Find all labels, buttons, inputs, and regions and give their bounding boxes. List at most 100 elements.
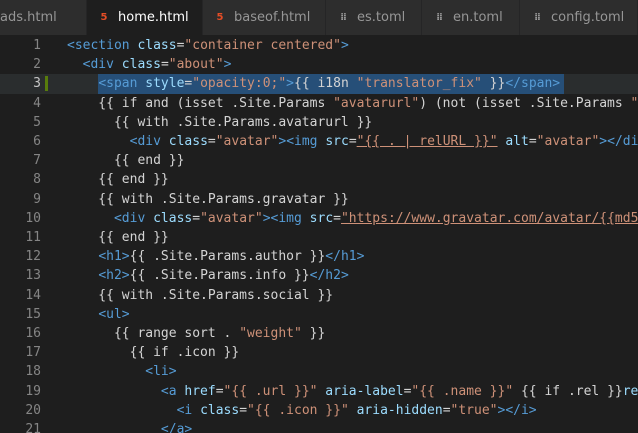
code-token: alt: [505, 134, 529, 149]
code-token: <h1>: [98, 249, 130, 265]
code-token: {{ if and (isset .Site.Params: [67, 95, 334, 111]
code-line[interactable]: 20 <i class="{{ .icon }}" aria-hidden="t…: [0, 401, 638, 420]
code-line[interactable]: 18 <li>: [0, 362, 638, 381]
code-token: "https://www.gravatar.com/avatar/{{md5 .…: [340, 210, 638, 226]
code-token: <h2>: [98, 268, 130, 284]
code-token: {{ end }}: [67, 172, 169, 188]
code-token: >: [340, 38, 349, 53]
tab-config-toml[interactable]: ⁞⁞ config.toml: [520, 0, 638, 35]
line-number: 9: [33, 191, 41, 207]
code-text: {{ if and (isset .Site.Params "avatarurl…: [67, 94, 638, 113]
line-number: 15: [25, 306, 41, 322]
code-token: "true": [450, 402, 498, 418]
code-line[interactable]: 19 <a href="{{ .url }}" aria-label="{{ .…: [0, 382, 638, 401]
code-token: aria-label: [325, 383, 404, 399]
code-token: =: [215, 383, 224, 399]
code-line[interactable]: 3 <span style="opacity:0;">{{ i18n "tran…: [0, 74, 638, 94]
code-line[interactable]: 11 {{ end }}: [0, 228, 638, 247]
code-token: =: [160, 57, 169, 73]
code-token: "about": [168, 57, 224, 73]
code-line[interactable]: 6 <div class="avatar"><img src="{{ . | r…: [0, 132, 638, 151]
line-number: 6: [33, 134, 41, 149]
code-line[interactable]: 9 {{ with .Site.Params.gravatar }}: [0, 190, 638, 209]
line-number: 20: [25, 402, 41, 418]
tab-home-html[interactable]: 5 home.html: [87, 0, 203, 35]
code-line[interactable]: 21 </a>: [0, 420, 638, 433]
code-line[interactable]: 14 {{ with .Site.Params.social }}: [0, 286, 638, 305]
code-text: {{ if .icon }}: [67, 343, 240, 362]
code-line[interactable]: 10 <div class="avatar"><img src="https:/…: [0, 209, 638, 228]
code-token: =: [528, 134, 537, 149]
code-token: }}: [301, 326, 326, 341]
line-number: 17: [25, 345, 41, 361]
code-token: <div: [82, 57, 122, 73]
code-token: <div: [129, 134, 169, 149]
code-token: src: [325, 134, 349, 149]
code-token: <section: [67, 38, 138, 53]
code-token: rel: [622, 383, 638, 399]
code-token: {{ end }}: [67, 153, 185, 169]
tab-es-toml[interactable]: ⁞⁞ es.toml: [326, 0, 422, 35]
code-text: </a>: [67, 420, 192, 433]
code-line[interactable]: 12 <h1>{{ .Site.Params.author }}</h1>: [0, 247, 638, 266]
code-token: =: [239, 402, 248, 418]
tab-en-toml[interactable]: ⁞⁞ en.toml: [422, 0, 520, 35]
code-token: class: [168, 134, 208, 149]
code-line[interactable]: 2 <div class="about">: [0, 55, 638, 74]
tab-ads-html[interactable]: ads.html: [0, 0, 87, 35]
code-token: {{ with .Site.Params.gravatar }}: [67, 191, 349, 207]
code-text: <h2>{{ .Site.Params.info }}</h2>: [67, 266, 349, 285]
code-line[interactable]: 17 {{ if .icon }}: [0, 343, 638, 362]
code-token: "{{ . | relURL }}": [356, 134, 498, 149]
code-line[interactable]: 4 {{ if and (isset .Site.Params "avataru…: [0, 94, 638, 113]
code-token: "avatar": [200, 210, 263, 226]
code-text: {{ end }}: [67, 151, 184, 170]
code-token: </h1>: [325, 249, 365, 265]
code-text: <div class="avatar"><img src="https://ww…: [67, 209, 638, 228]
code-token: "{{ .name }}": [411, 383, 514, 399]
toml-icon: ⁞⁞: [340, 12, 347, 23]
code-token: <span: [98, 76, 146, 92]
code-token: </a>: [160, 422, 193, 433]
code-token: "avatar": [536, 134, 600, 149]
code-line[interactable]: 5 {{ with .Site.Params.avatarurl }}: [0, 113, 638, 132]
tab-baseof-html[interactable]: 5 baseof.html: [203, 0, 326, 35]
code-text: <div class="avatar"><img src="{{ . | rel…: [67, 132, 638, 151]
code-token: <li>: [145, 364, 177, 380]
editor-tab-bar: ads.html 5 home.html 5 baseof.html ⁞⁞ es…: [0, 0, 638, 35]
code-line[interactable]: 15 <ul>: [0, 305, 638, 324]
git-modified-marker: [45, 76, 48, 92]
code-text: {{ range sort . "weight" }}: [67, 324, 325, 343]
code-editor[interactable]: 1 <section class="container centered"> 2 <…: [0, 35, 638, 433]
line-number: 11: [25, 230, 41, 245]
code-line[interactable]: 8 {{ end }}: [0, 170, 638, 189]
toml-icon: ⁞⁞: [436, 12, 443, 23]
code-token: {{ if .icon }}: [67, 345, 240, 361]
line-number: 8: [33, 172, 41, 188]
code-token: class: [121, 57, 161, 73]
code-text: <a href="{{ .url }}" aria-label="{{ .nam…: [67, 382, 638, 401]
line-number: 2: [33, 57, 41, 73]
code-token: </h2>: [309, 268, 349, 284]
code-line[interactable]: 7 {{ end }}: [0, 151, 638, 170]
code-line[interactable]: 13 <h2>{{ .Site.Params.info }}</h2>: [0, 266, 638, 285]
code-token: "translator_fix": [356, 76, 482, 92]
code-token: =: [348, 134, 357, 149]
code-text: <li>: [67, 362, 177, 381]
code-line[interactable]: 16 {{ range sort . "weight" }}: [0, 324, 638, 343]
code-line[interactable]: 1 <section class="container centered">: [0, 36, 638, 55]
code-token: "avatar": [215, 134, 279, 149]
code-token: <ul>: [98, 306, 130, 322]
code-token: </i>: [505, 402, 537, 418]
code-token: <img: [270, 210, 310, 226]
code-token: class: [200, 402, 240, 418]
code-text: <i class="{{ .icon }}" aria-hidden="true…: [67, 401, 537, 420]
code-token: "gravatar": [630, 95, 638, 111]
code-text: {{ with .Site.Params.social }}: [67, 286, 333, 305]
code-token: =: [192, 210, 201, 226]
line-number: 10: [25, 210, 41, 226]
